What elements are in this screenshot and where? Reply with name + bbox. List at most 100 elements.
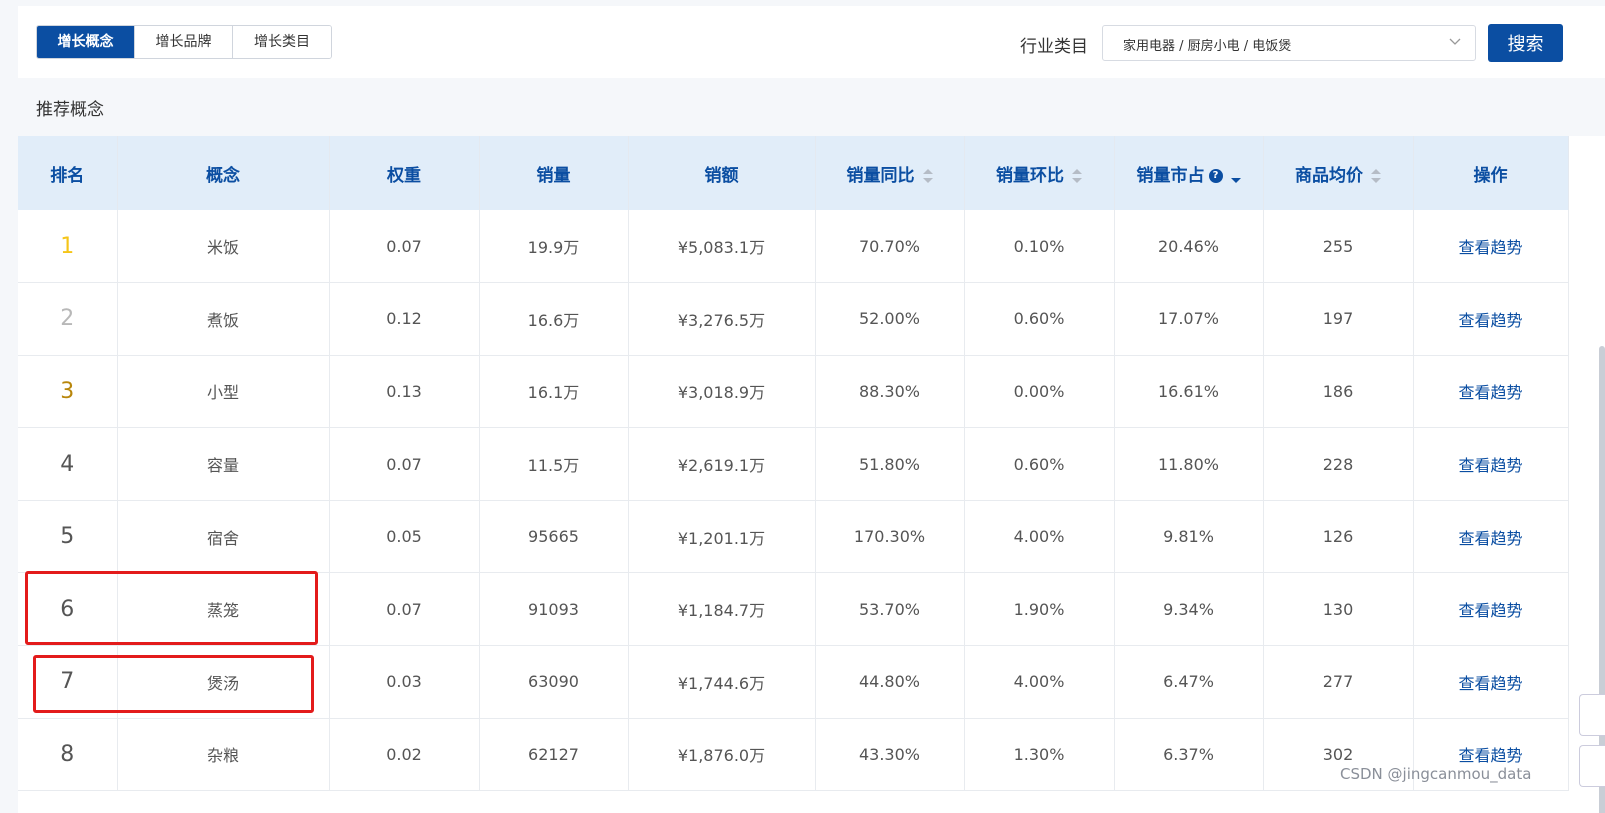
top-toolbar: 增长概念 增长品牌 增长类目 行业类目 家用电器 / 厨房小电 / 电饭煲 搜索 bbox=[18, 6, 1605, 78]
yoy-cell: 43.30% bbox=[815, 718, 965, 792]
view-trend-link[interactable]: 查看趋势 bbox=[1413, 427, 1569, 501]
table-row: 7 煲汤 0.03 63090 ¥1,744.6万 44.80% 4.00% 6… bbox=[18, 645, 1569, 719]
weight-cell: 0.02 bbox=[329, 718, 480, 792]
vertical-scrollbar[interactable] bbox=[1599, 346, 1605, 813]
weight-cell: 0.12 bbox=[329, 282, 480, 356]
tab-group: 增长概念 增长品牌 增长类目 bbox=[36, 25, 332, 59]
view-trend-link[interactable]: 查看趋势 bbox=[1413, 645, 1569, 719]
mom-cell: 0.60% bbox=[964, 282, 1115, 356]
yoy-cell: 53.70% bbox=[815, 572, 965, 647]
col-header-yoy[interactable]: 销量同比 bbox=[815, 136, 965, 210]
rank-cell: 5 bbox=[18, 500, 118, 574]
concept-table: 排名 概念 权重 销量 销额 销量同比 销量环比 销量市占? 商品均价 操作 1… bbox=[18, 136, 1569, 792]
mom-cell: 0.10% bbox=[964, 210, 1115, 284]
col-header-weight: 权重 bbox=[329, 136, 480, 210]
sort-icon[interactable] bbox=[1072, 168, 1082, 183]
table-row: 3 小型 0.13 16.1万 ¥3,018.9万 88.30% 0.00% 1… bbox=[18, 355, 1569, 429]
concept-cell: 蒸笼 bbox=[117, 572, 330, 647]
concept-cell: 宿舍 bbox=[117, 500, 330, 574]
rank-cell: 6 bbox=[18, 572, 118, 647]
yoy-cell: 70.70% bbox=[815, 210, 965, 284]
sort-icon[interactable] bbox=[1371, 168, 1381, 183]
col-header-action: 操作 bbox=[1413, 136, 1569, 210]
rank-cell: 4 bbox=[18, 427, 118, 501]
sort-desc-icon[interactable] bbox=[1230, 169, 1241, 183]
industry-category-select[interactable]: 家用电器 / 厨房小电 / 电饭煲 bbox=[1102, 25, 1476, 61]
yoy-cell: 170.30% bbox=[815, 500, 965, 574]
weight-cell: 0.05 bbox=[329, 500, 480, 574]
view-trend-link[interactable]: 查看趋势 bbox=[1413, 572, 1569, 647]
industry-category-label: 行业类目 bbox=[1020, 37, 1088, 57]
col-header-avg-price-label: 商品均价 bbox=[1295, 165, 1363, 186]
side-float-button[interactable] bbox=[1579, 745, 1605, 787]
col-header-share[interactable]: 销量市占? bbox=[1114, 136, 1264, 210]
col-header-rank: 排名 bbox=[18, 136, 118, 210]
avg-price-cell: 277 bbox=[1263, 645, 1414, 719]
table-row: 1 米饭 0.07 19.9万 ¥5,083.1万 70.70% 0.10% 2… bbox=[18, 210, 1569, 284]
table-row: 4 容量 0.07 11.5万 ¥2,619.1万 51.80% 0.60% 1… bbox=[18, 427, 1569, 501]
sales-cell: 11.5万 bbox=[479, 427, 629, 501]
weight-cell: 0.07 bbox=[329, 572, 480, 647]
revenue-cell: ¥3,276.5万 bbox=[628, 282, 816, 356]
view-trend-link[interactable]: 查看趋势 bbox=[1413, 355, 1569, 429]
tab-growth-brand[interactable]: 增长品牌 bbox=[135, 26, 233, 58]
table-header-row: 排名 概念 权重 销量 销额 销量同比 销量环比 销量市占? 商品均价 操作 bbox=[18, 136, 1569, 210]
table-row: 2 煮饭 0.12 16.6万 ¥3,276.5万 52.00% 0.60% 1… bbox=[18, 282, 1569, 356]
view-trend-link[interactable]: 查看趋势 bbox=[1413, 282, 1569, 356]
rank-cell: 8 bbox=[18, 718, 118, 792]
rank-cell: 1 bbox=[18, 210, 118, 284]
view-trend-link[interactable]: 查看趋势 bbox=[1413, 500, 1569, 574]
col-header-sales-label: 销量 bbox=[536, 165, 571, 186]
concept-cell: 煲汤 bbox=[117, 645, 330, 719]
sales-cell: 95665 bbox=[479, 500, 629, 574]
mom-cell: 1.90% bbox=[964, 572, 1115, 647]
watermark: CSDN @jingcanmou_data bbox=[1340, 765, 1532, 783]
yoy-cell: 44.80% bbox=[815, 645, 965, 719]
share-cell: 11.80% bbox=[1114, 427, 1264, 501]
weight-cell: 0.03 bbox=[329, 645, 480, 719]
share-cell: 6.37% bbox=[1114, 718, 1264, 792]
mom-cell: 0.00% bbox=[964, 355, 1115, 429]
weight-cell: 0.07 bbox=[329, 427, 480, 501]
revenue-cell: ¥3,018.9万 bbox=[628, 355, 816, 429]
weight-cell: 0.07 bbox=[329, 210, 480, 284]
concept-cell: 容量 bbox=[117, 427, 330, 501]
sales-cell: 63090 bbox=[479, 645, 629, 719]
share-cell: 9.34% bbox=[1114, 572, 1264, 647]
search-button[interactable]: 搜索 bbox=[1488, 24, 1563, 62]
side-float-button[interactable] bbox=[1579, 694, 1605, 736]
weight-cell: 0.13 bbox=[329, 355, 480, 429]
rank-cell: 7 bbox=[18, 645, 118, 719]
share-cell: 16.61% bbox=[1114, 355, 1264, 429]
col-header-mom-label: 销量环比 bbox=[996, 165, 1064, 186]
rank-cell: 2 bbox=[18, 282, 118, 356]
share-cell: 6.47% bbox=[1114, 645, 1264, 719]
revenue-cell: ¥1,876.0万 bbox=[628, 718, 816, 792]
col-header-avg-price[interactable]: 商品均价 bbox=[1263, 136, 1414, 210]
page: 增长概念 增长品牌 增长类目 行业类目 家用电器 / 厨房小电 / 电饭煲 搜索… bbox=[0, 0, 1605, 813]
col-header-mom[interactable]: 销量环比 bbox=[964, 136, 1115, 210]
revenue-cell: ¥2,619.1万 bbox=[628, 427, 816, 501]
avg-price-cell: 130 bbox=[1263, 572, 1414, 647]
help-icon[interactable]: ? bbox=[1208, 168, 1223, 183]
sort-icon[interactable] bbox=[922, 168, 933, 183]
section-title: 推荐概念 bbox=[36, 100, 104, 120]
col-header-weight-label: 权重 bbox=[387, 165, 421, 186]
rank-cell: 3 bbox=[18, 355, 118, 429]
concept-cell: 米饭 bbox=[117, 210, 330, 284]
concept-cell: 小型 bbox=[117, 355, 330, 429]
col-header-revenue: 销额 bbox=[628, 136, 816, 210]
revenue-cell: ¥1,184.7万 bbox=[628, 572, 816, 647]
revenue-cell: ¥1,744.6万 bbox=[628, 645, 816, 719]
col-header-concept: 概念 bbox=[117, 136, 330, 210]
col-header-yoy-label: 销量同比 bbox=[846, 165, 915, 186]
revenue-cell: ¥5,083.1万 bbox=[628, 210, 816, 284]
mom-cell: 4.00% bbox=[964, 645, 1115, 719]
mom-cell: 1.30% bbox=[964, 718, 1115, 792]
avg-price-cell: 228 bbox=[1263, 427, 1414, 501]
view-trend-link[interactable]: 查看趋势 bbox=[1413, 210, 1569, 284]
tab-growth-category[interactable]: 增长类目 bbox=[233, 26, 331, 58]
avg-price-cell: 255 bbox=[1263, 210, 1414, 284]
tab-growth-concept[interactable]: 增长概念 bbox=[37, 26, 135, 58]
industry-category-value: 家用电器 / 厨房小电 / 电饭煲 bbox=[1123, 39, 1292, 54]
